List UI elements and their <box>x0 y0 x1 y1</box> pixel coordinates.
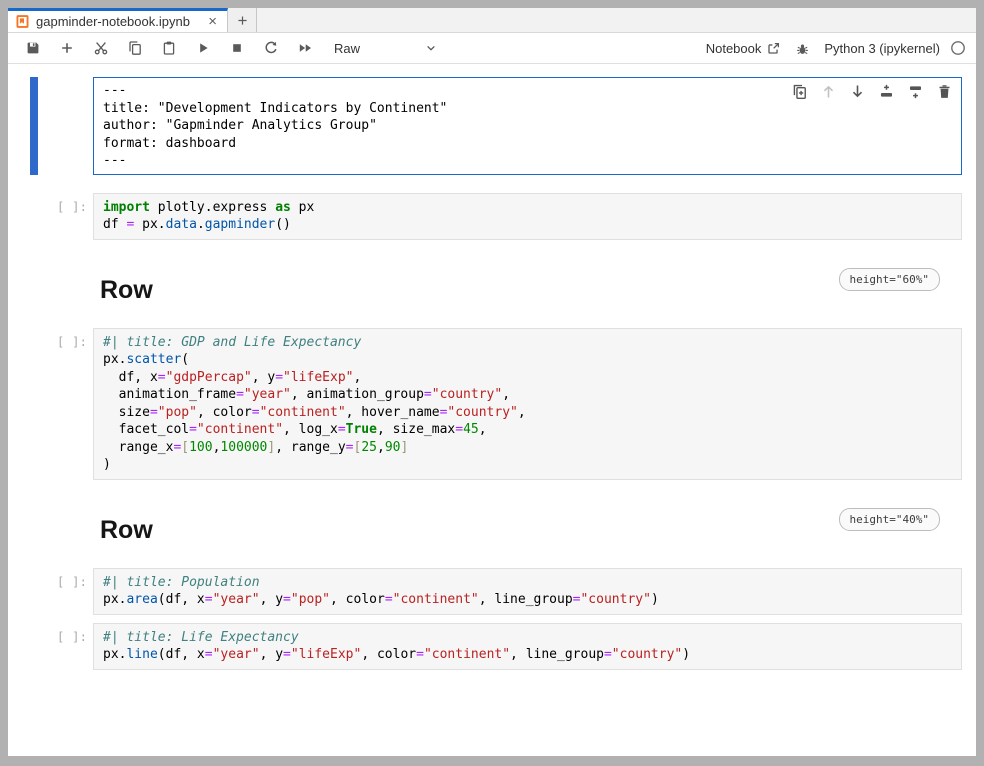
tab-close-icon[interactable]: × <box>206 14 219 29</box>
code-line: #| title: Population <box>103 574 953 592</box>
insert-cell-below-icon <box>59 40 75 56</box>
delete-icon <box>936 83 953 100</box>
code-line: df, x="gdpPercap", y="lifeExp", <box>103 369 953 387</box>
cut-button[interactable] <box>87 35 115 61</box>
code-line: size="pop", color="continent", hover_nam… <box>103 404 953 422</box>
cell-editor[interactable]: #| title: Populationpx.area(df, x="year"… <box>93 568 962 615</box>
code-line: range_x=[100,100000], range_y=[25,90] <box>103 439 953 457</box>
restart-run-all-button[interactable] <box>291 35 319 61</box>
debugger-button[interactable] <box>795 41 810 56</box>
code-line: format: dashboard <box>103 135 953 153</box>
cell-type-dropdown[interactable]: Raw <box>334 41 438 56</box>
notebook-mode-button[interactable]: Notebook <box>706 41 782 56</box>
save-button[interactable] <box>19 35 47 61</box>
code-line: facet_col="continent", log_x=True, size_… <box>103 421 953 439</box>
plus-icon <box>236 14 249 27</box>
move-up-button[interactable] <box>819 82 837 100</box>
code-line: px.scatter( <box>103 351 953 369</box>
code-line: px.area(df, x="year", y="pop", color="co… <box>103 591 953 609</box>
markdown-heading: Row <box>100 276 153 305</box>
code-line: import plotly.express as px <box>103 199 953 217</box>
cut-icon <box>93 40 109 56</box>
kernel-idle-circle-icon <box>950 40 966 56</box>
code-line: animation_frame="year", animation_group=… <box>103 386 953 404</box>
code-cell: [ ]:#| title: Life Expectancypx.line(df,… <box>8 623 976 670</box>
copy-button[interactable] <box>121 35 149 61</box>
cell-editor[interactable]: #| title: Life Expectancypx.line(df, x="… <box>93 623 962 670</box>
cell-type-value: Raw <box>334 41 360 56</box>
cell-input-prompt: [ ]: <box>8 623 93 670</box>
kernel-selector[interactable]: Python 3 (ipykernel) <box>824 40 966 56</box>
insert-below-button[interactable] <box>906 82 924 100</box>
restart-icon <box>263 40 279 56</box>
toolbar-buttons <box>16 35 322 61</box>
run-button[interactable] <box>189 35 217 61</box>
code-line: px.line(df, x="year", y="lifeExp", color… <box>103 646 953 664</box>
cell-editor[interactable]: #| title: GDP and Life Expectancypx.scat… <box>93 328 962 480</box>
code-line: author: "Gapminder Analytics Group" <box>103 117 953 135</box>
cell-toolbar <box>790 82 953 100</box>
move-up-icon <box>820 83 837 100</box>
tab-gapminder-notebook[interactable]: gapminder-notebook.ipynb × <box>8 8 228 32</box>
interrupt-icon <box>229 40 245 56</box>
toolbar-right: Notebook Python 3 (ipykernel) <box>706 40 966 56</box>
insert-below-icon <box>907 83 924 100</box>
markdown-cell[interactable]: Row height="40%" <box>93 480 962 568</box>
height-attribute-badge: height="40%" <box>839 508 940 531</box>
code-line: #| title: Life Expectancy <box>103 629 953 647</box>
markdown-heading: Row <box>100 516 153 545</box>
delete-button[interactable] <box>935 82 953 100</box>
notebook-content: --- title: "Development Indicators by Con… <box>8 64 976 756</box>
notebook-file-icon <box>15 14 30 29</box>
notebook-toolbar: Raw Notebook Python 3 (ipykernel) <box>8 33 976 64</box>
chevron-down-icon <box>424 41 438 55</box>
code-line: df = px.data.gapminder() <box>103 216 953 234</box>
cell-input-prompt: [ ]: <box>8 193 93 240</box>
markdown-cell[interactable]: Row height="60%" <box>93 240 962 328</box>
move-down-icon <box>849 83 866 100</box>
code-line: --- <box>103 152 953 170</box>
interrupt-button[interactable] <box>223 35 251 61</box>
notebook-mode-label: Notebook <box>706 41 762 56</box>
bug-icon <box>795 41 810 56</box>
tab-bar: gapminder-notebook.ipynb × <box>8 8 976 33</box>
cell-input-prompt <box>8 77 93 175</box>
code-cell: [ ]:#| title: Populationpx.area(df, x="y… <box>8 568 976 615</box>
code-cell: [ ]:import plotly.express as pxdf = px.d… <box>8 193 976 240</box>
insert-above-icon <box>878 83 895 100</box>
height-attribute-badge: height="60%" <box>839 268 940 291</box>
insert-cell-below-button[interactable] <box>53 35 81 61</box>
tab-title: gapminder-notebook.ipynb <box>36 14 200 29</box>
save-icon <box>25 40 41 56</box>
code-line: #| title: GDP and Life Expectancy <box>103 334 953 352</box>
cell-input-prompt: [ ]: <box>8 568 93 615</box>
code-line: title: "Development Indicators by Contin… <box>103 100 953 118</box>
duplicate-button[interactable] <box>790 82 808 100</box>
insert-above-button[interactable] <box>877 82 895 100</box>
cell-input-prompt: [ ]: <box>8 328 93 480</box>
duplicate-icon <box>791 83 808 100</box>
restart-run-all-icon <box>297 40 313 56</box>
cell-editor[interactable]: --- title: "Development Indicators by Con… <box>93 77 962 175</box>
paste-icon <box>161 40 177 56</box>
raw-cell: --- title: "Development Indicators by Con… <box>8 77 976 175</box>
new-tab-button[interactable] <box>228 8 257 32</box>
cell-editor[interactable]: import plotly.express as pxdf = px.data.… <box>93 193 962 240</box>
move-down-button[interactable] <box>848 82 866 100</box>
code-cell: [ ]:#| title: GDP and Life Expectancypx.… <box>8 328 976 480</box>
run-icon <box>195 40 211 56</box>
paste-button[interactable] <box>155 35 183 61</box>
copy-icon <box>127 40 143 56</box>
restart-button[interactable] <box>257 35 285 61</box>
kernel-name: Python 3 (ipykernel) <box>824 41 940 56</box>
jupyterlab-window: gapminder-notebook.ipynb × Raw Notebook <box>8 8 976 756</box>
external-link-icon <box>766 41 781 56</box>
code-line: ) <box>103 456 953 474</box>
active-cell-collapser[interactable] <box>30 77 38 175</box>
